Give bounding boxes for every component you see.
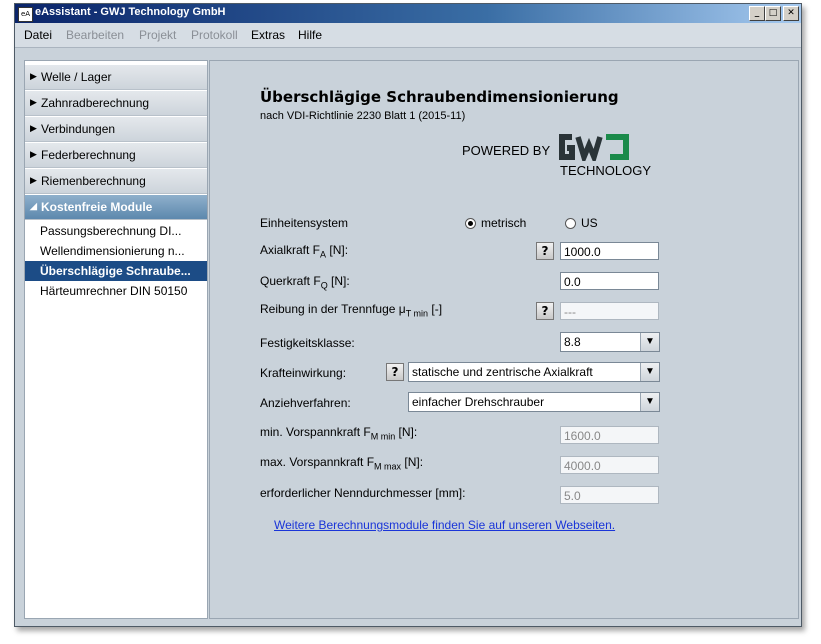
sidebar-category-label: Verbindungen xyxy=(41,122,116,136)
axial-force-input[interactable]: 1000.0 xyxy=(560,242,659,260)
page-title: Überschlägige Schraubendimensionierung xyxy=(260,88,619,106)
sidebar-category-federberechnung[interactable]: ▶ Federberechnung xyxy=(25,143,207,168)
triangle-right-icon: ▶ xyxy=(30,123,37,133)
calculation-panel: Überschlägige Schraubendimensionierung n… xyxy=(209,60,799,619)
module-sidebar: ▶ Welle / Lager ▶ Zahnradberechnung ▶ Ve… xyxy=(24,60,208,619)
max-preload-label: max. Vorspannkraft FM max [N]: xyxy=(260,455,424,472)
gwj-logo xyxy=(558,133,632,166)
triangle-right-icon: ▶ xyxy=(30,71,37,81)
sidebar-category-label: Welle / Lager xyxy=(41,70,112,84)
page-subtitle: nach VDI-Richtlinie 2230 Blatt 1 (2015-1… xyxy=(260,110,466,122)
sidebar-item-schraubendimensionierung[interactable]: Überschlägige Schraube... xyxy=(25,261,207,281)
title-bar[interactable]: eA eAssistant - GWJ Technology GmbH _ □ … xyxy=(15,4,801,23)
force-application-label: Krafteinwirkung: xyxy=(260,366,347,380)
friction-label: Reibung in der Trennfuge μT min [-] xyxy=(260,302,443,319)
app-icon: eA xyxy=(18,7,33,22)
logo-technology-text: TECHNOLOGY xyxy=(560,163,652,178)
menu-extras[interactable]: Extras xyxy=(251,28,285,42)
units-label: Einheitensystem xyxy=(260,216,349,230)
menu-datei[interactable]: Datei xyxy=(24,28,52,42)
more-modules-link[interactable]: Weitere Berechnungsmodule finden Sie auf… xyxy=(274,518,615,532)
min-preload-output: 1600.0 xyxy=(560,426,659,444)
minimize-button[interactable]: _ xyxy=(749,6,765,21)
sidebar-category-label: Zahnradberechnung xyxy=(41,96,150,110)
sidebar-item-wellendimensionierung[interactable]: Wellendimensionierung n... xyxy=(25,241,207,261)
triangle-right-icon: ▶ xyxy=(30,97,37,107)
force-application-select[interactable]: statische und zentrische Axialkraft ▼ xyxy=(408,362,660,382)
sidebar-item-label: Überschlägige Schraube... xyxy=(40,264,191,278)
sidebar-category-kostenfreie-module[interactable]: ◢ Kostenfreie Module xyxy=(25,195,207,220)
triangle-right-icon: ▶ xyxy=(30,175,37,185)
sidebar-category-label: Riemenberechnung xyxy=(41,174,146,188)
min-preload-label: min. Vorspannkraft FM min [N]: xyxy=(260,425,418,442)
close-button[interactable]: ✕ xyxy=(783,6,799,21)
chevron-down-icon[interactable]: ▼ xyxy=(640,363,659,381)
friction-input[interactable]: --- xyxy=(560,302,659,320)
sidebar-category-label: Kostenfreie Module xyxy=(41,200,153,214)
tightening-method-label: Anziehverfahren: xyxy=(260,396,351,410)
sidebar-item-label: Härteumrechner DIN 50150 xyxy=(40,284,188,298)
triangle-right-icon: ▶ xyxy=(30,149,37,159)
maximize-button[interactable]: □ xyxy=(765,6,781,21)
nominal-diameter-output: 5.0 xyxy=(560,486,659,504)
menu-bearbeiten[interactable]: Bearbeiten xyxy=(66,28,124,42)
sidebar-item-label: Wellendimensionierung n... xyxy=(40,244,185,258)
axial-force-label: Axialkraft FA [N]: xyxy=(260,243,349,260)
force-application-value: statische und zentrische Axialkraft xyxy=(412,365,593,379)
menu-protokoll[interactable]: Protokoll xyxy=(191,28,238,42)
sidebar-item-haerteumrechner[interactable]: Härteumrechner DIN 50150 xyxy=(25,281,207,301)
sidebar-category-welle-lager[interactable]: ▶ Welle / Lager xyxy=(25,65,207,90)
sidebar-item-passungsberechnung[interactable]: Passungsberechnung DI... xyxy=(25,221,207,241)
chevron-down-icon[interactable]: ▼ xyxy=(640,333,659,351)
radio-metric-label: metrisch xyxy=(481,216,527,230)
radio-us-label: US xyxy=(581,216,598,230)
sidebar-category-zahnradberechnung[interactable]: ▶ Zahnradberechnung xyxy=(25,91,207,116)
tightening-method-select[interactable]: einfacher Drehschrauber ▼ xyxy=(408,392,660,412)
tightening-method-value: einfacher Drehschrauber xyxy=(412,395,545,409)
sidebar-item-label: Passungsberechnung DI... xyxy=(40,224,182,238)
radio-metric[interactable] xyxy=(465,218,476,229)
help-button-force-application[interactable]: ? xyxy=(386,363,404,381)
sidebar-category-verbindungen[interactable]: ▶ Verbindungen xyxy=(25,117,207,142)
powered-by-label: POWERED BY xyxy=(462,143,551,158)
sidebar-category-label: Federberechnung xyxy=(41,148,136,162)
menu-projekt[interactable]: Projekt xyxy=(139,28,176,42)
transverse-force-input[interactable]: 0.0 xyxy=(560,272,659,290)
sidebar-category-riemenberechnung[interactable]: ▶ Riemenberechnung xyxy=(25,169,207,194)
radio-us[interactable] xyxy=(565,218,576,229)
max-preload-output: 4000.0 xyxy=(560,456,659,474)
menu-bar: Datei Bearbeiten Projekt Protokoll Extra… xyxy=(15,23,801,48)
chevron-down-icon[interactable]: ▼ xyxy=(640,393,659,411)
strength-class-value: 8.8 xyxy=(564,335,581,349)
triangle-down-icon: ◢ xyxy=(30,201,37,211)
window-title: eAssistant - GWJ Technology GmbH xyxy=(35,6,226,18)
strength-class-label: Festigkeitsklasse: xyxy=(260,336,355,350)
app-window: eA eAssistant - GWJ Technology GmbH _ □ … xyxy=(14,3,802,627)
help-button-axial-force[interactable]: ? xyxy=(536,242,554,260)
strength-class-select[interactable]: 8.8 ▼ xyxy=(560,332,660,352)
transverse-force-label: Querkraft FQ [N]: xyxy=(260,274,350,291)
menu-hilfe[interactable]: Hilfe xyxy=(298,28,322,42)
help-button-friction[interactable]: ? xyxy=(536,302,554,320)
nominal-diameter-label: erforderlicher Nenndurchmesser [mm]: xyxy=(260,486,466,500)
